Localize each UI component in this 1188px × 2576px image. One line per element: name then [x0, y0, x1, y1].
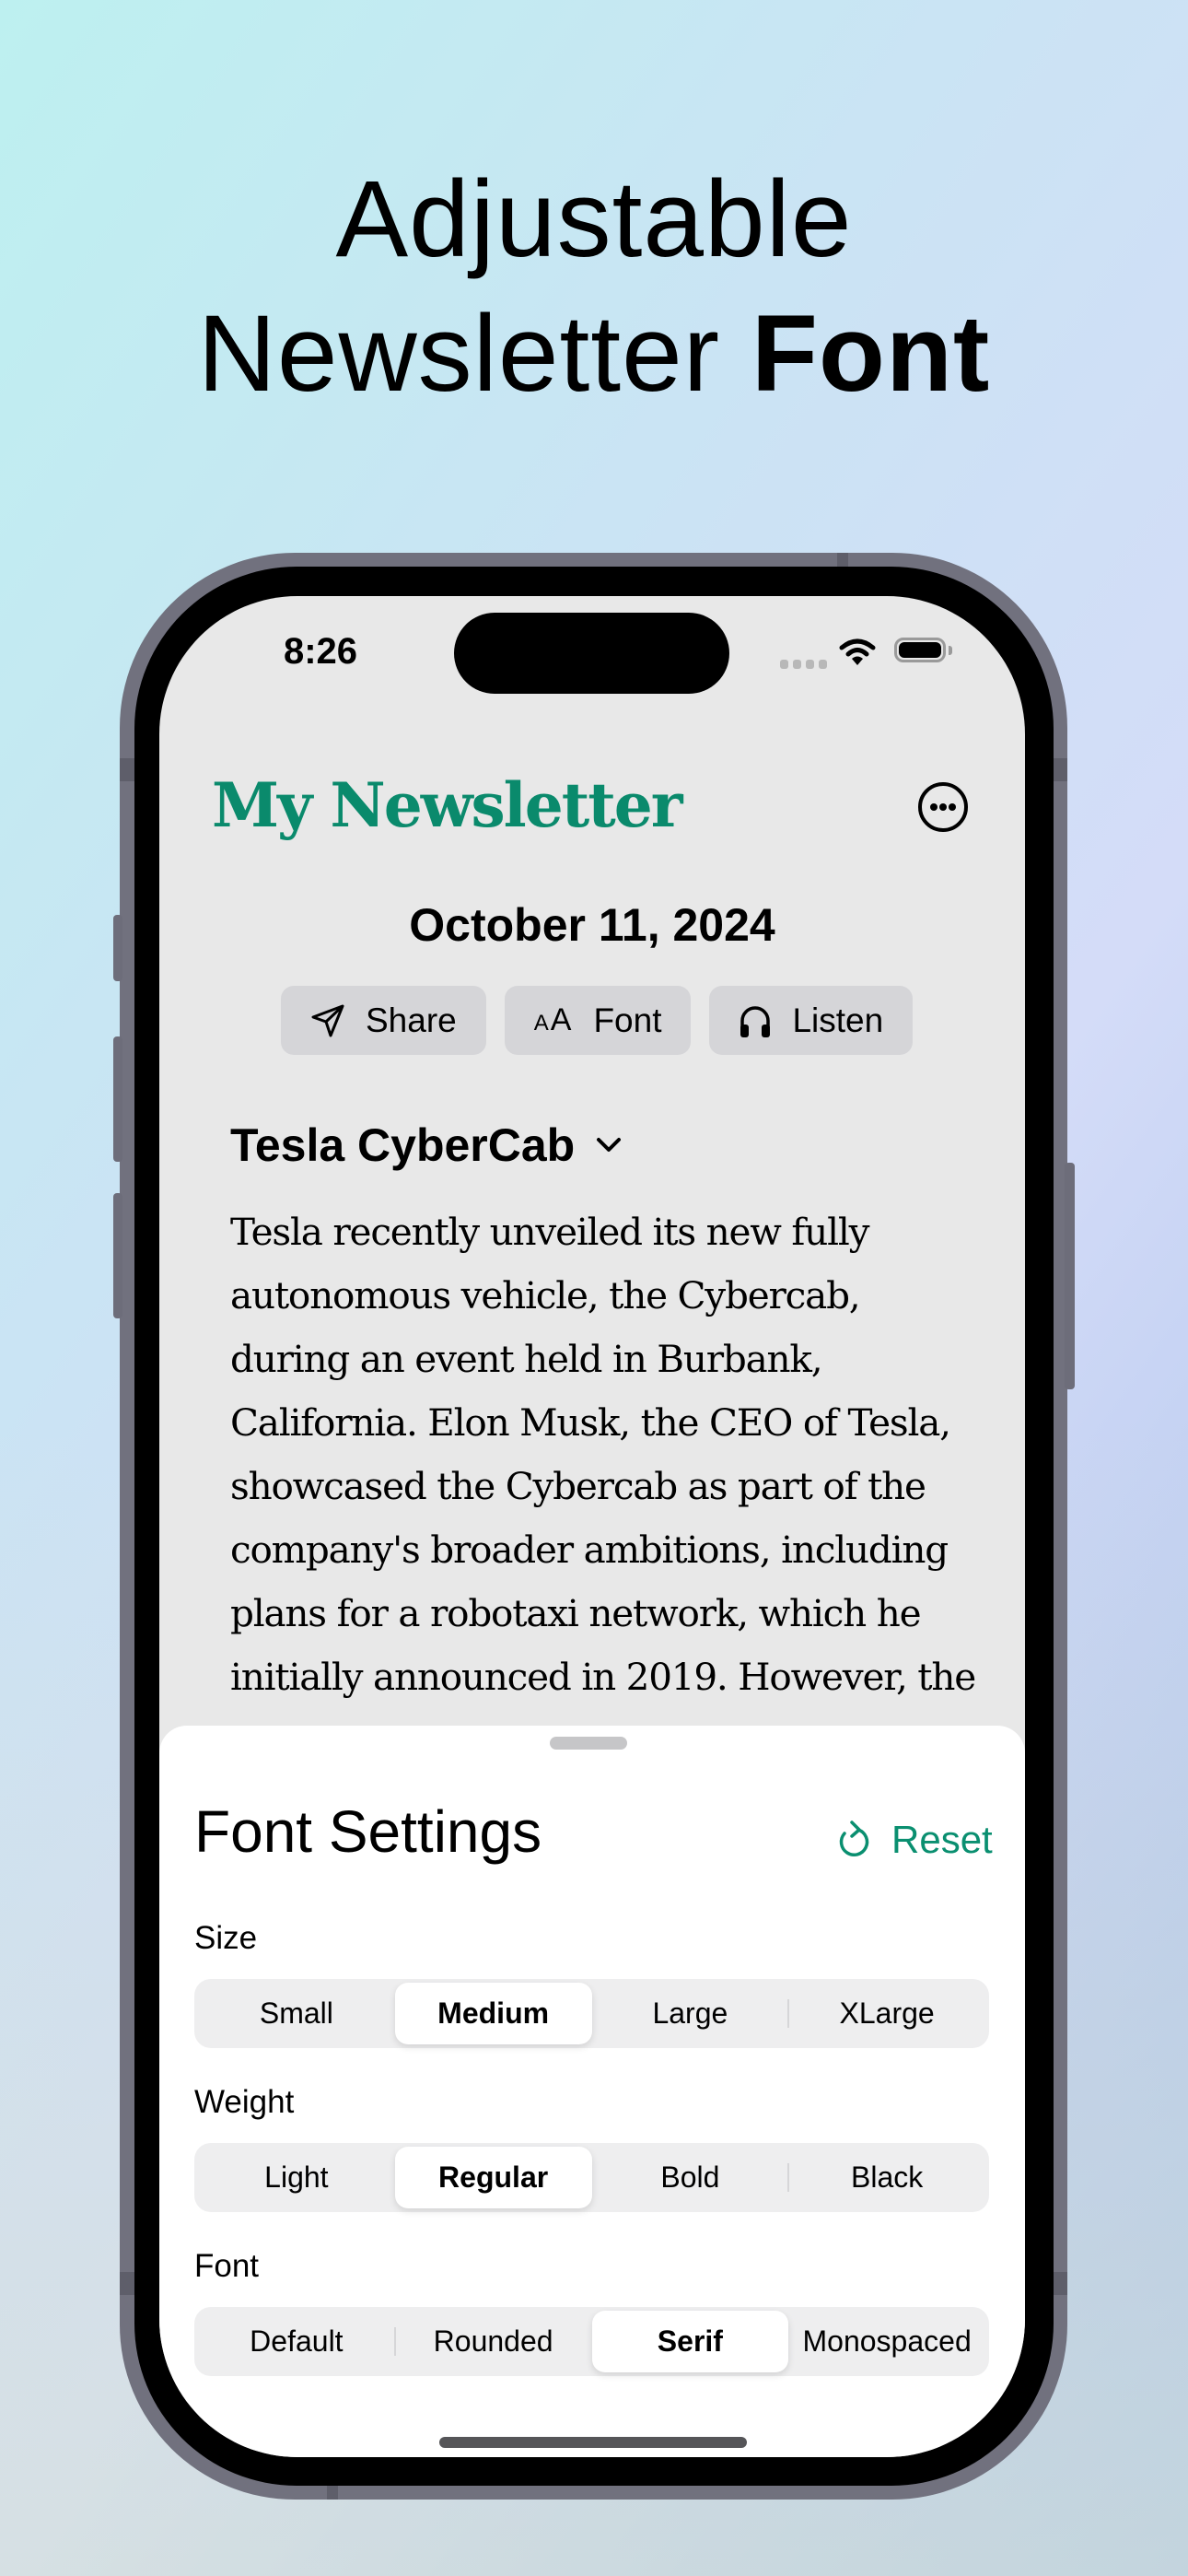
- share-button[interactable]: Share: [281, 986, 486, 1055]
- sheet-grabber[interactable]: [550, 1737, 627, 1750]
- headline-line-1: Adjustable: [335, 158, 853, 280]
- volume-down-button: [113, 1193, 122, 1318]
- status-time: 8:26: [283, 631, 358, 672]
- battery-icon: [894, 638, 946, 662]
- headline-line-2-regular: Newsletter: [197, 293, 751, 415]
- segment-label: Default: [250, 2324, 344, 2358]
- headphones-icon: [740, 1005, 771, 1037]
- cellular-signal-icon: [780, 660, 827, 669]
- antenna-band: [120, 758, 134, 781]
- segment-label: Monospaced: [802, 2324, 972, 2358]
- segment-light[interactable]: Light: [198, 2147, 395, 2208]
- headline-line-2: Newsletter Font: [0, 287, 1188, 421]
- segment-divider: [787, 1999, 790, 2028]
- segment-label: Black: [851, 2160, 924, 2194]
- segment-label: Bold: [660, 2160, 720, 2194]
- segment-label: XLarge: [839, 1996, 935, 2030]
- wifi-icon: [839, 638, 876, 665]
- font-section-label: Font: [194, 2248, 260, 2284]
- segment-serif[interactable]: Serif: [591, 2311, 789, 2372]
- font-label: Font: [593, 1001, 662, 1039]
- font-family-segmented-control: Default Rounded Serif Monospaced: [194, 2307, 989, 2376]
- story-toggle[interactable]: Tesla CyberCab: [230, 1118, 623, 1172]
- issue-date: October 11, 2024: [409, 899, 775, 951]
- segment-large[interactable]: Large: [592, 1983, 789, 2044]
- segment-label: Large: [652, 1996, 728, 2030]
- segment-label: Light: [264, 2160, 329, 2194]
- antenna-band: [327, 2486, 338, 2500]
- phone-screen: 8:26 My Newsletter October 11, 2024 Shar…: [159, 596, 1025, 2457]
- segment-xlarge[interactable]: XLarge: [787, 1983, 985, 2044]
- segment-medium[interactable]: Medium: [394, 1983, 592, 2044]
- chevron-down-icon: [597, 1138, 622, 1152]
- story-title: Tesla CyberCab: [230, 1119, 576, 1171]
- textformat-size-icon: AA: [533, 1002, 574, 1037]
- weight-segmented-control: Light Regular Bold Black: [194, 2143, 989, 2212]
- antenna-band: [120, 2272, 134, 2295]
- headline-line-2-bold: Font: [751, 293, 991, 415]
- action-button: [113, 915, 122, 981]
- battery-tip: [949, 646, 952, 655]
- ellipsis-circle-icon[interactable]: [917, 781, 969, 833]
- listen-button[interactable]: Listen: [709, 986, 914, 1055]
- segment-black[interactable]: Black: [787, 2147, 985, 2208]
- segment-divider: [393, 2327, 396, 2356]
- segment-label: Medium: [437, 1996, 550, 2030]
- size-section-label: Size: [194, 1920, 258, 1956]
- segment-rounded[interactable]: Rounded: [393, 2311, 592, 2372]
- listen-label: Listen: [792, 1001, 884, 1039]
- reset-label: Reset: [891, 1818, 993, 1861]
- font-button[interactable]: AA Font: [504, 986, 692, 1055]
- antenna-band: [1053, 758, 1067, 781]
- segment-regular[interactable]: Regular: [394, 2147, 592, 2208]
- weight-section-label: Weight: [194, 2084, 295, 2120]
- reset-button[interactable]: Reset: [836, 1818, 993, 1862]
- segment-label: Regular: [438, 2160, 549, 2194]
- power-button: [1065, 1163, 1075, 1389]
- story-body: Tesla recently unveiled its new fully au…: [230, 1210, 976, 1699]
- segment-bold[interactable]: Bold: [592, 2147, 789, 2208]
- sheet-title: Font Settings: [194, 1798, 542, 1865]
- segment-label: Small: [259, 1996, 333, 2030]
- font-settings-sheet: Font Settings Reset Size Small Medium Larg…: [159, 1726, 1025, 2457]
- action-bar: Share AA Font Listen: [281, 986, 914, 1055]
- app-title: My Newsletter: [212, 769, 682, 841]
- size-segmented-control: Small Medium Large XLarge: [194, 1979, 989, 2048]
- segment-small[interactable]: Small: [198, 1983, 395, 2044]
- segment-label: Rounded: [433, 2324, 553, 2358]
- segment-divider: [787, 2163, 790, 2192]
- arrow-clockwise-icon: [839, 1821, 869, 1856]
- volume-up-button: [113, 1036, 122, 1162]
- paper-plane-icon: [311, 1004, 344, 1036]
- antenna-band: [837, 553, 848, 567]
- antenna-band: [1053, 2272, 1067, 2295]
- share-label: Share: [366, 1001, 457, 1039]
- segment-monospaced[interactable]: Monospaced: [788, 2311, 985, 2372]
- marketing-headline: Adjustable Newsletter Font: [0, 152, 1188, 421]
- segment-default[interactable]: Default: [198, 2311, 395, 2372]
- home-indicator[interactable]: [439, 2437, 747, 2448]
- dynamic-island: [454, 613, 729, 694]
- segment-label: Serif: [657, 2324, 723, 2358]
